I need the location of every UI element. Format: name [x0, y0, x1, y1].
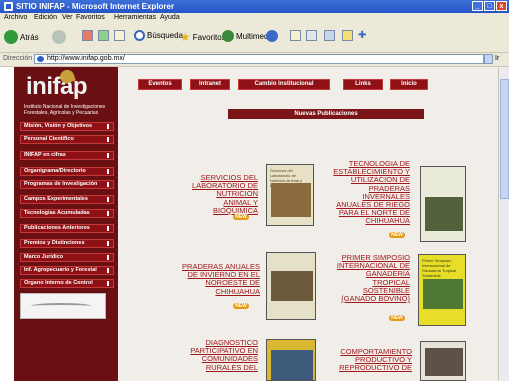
- address-bar: Dirección http://www.inifap.gob.mx/ Ir: [0, 53, 509, 67]
- book-cover-title: Primer Simposio Internacional de Ganader…: [422, 258, 457, 278]
- sidebar-item-marco[interactable]: Marco Jurídico: [20, 253, 114, 262]
- sidebar-item-informacion[interactable]: Inf. Agropecuario y Forestal: [20, 266, 114, 275]
- menu-edicion[interactable]: Edición: [34, 14, 57, 21]
- sidebar-item-mision[interactable]: Misión, Visión y Objetivos: [20, 122, 114, 131]
- nav-links[interactable]: Links: [343, 79, 383, 90]
- sidebar-item-personal[interactable]: Personal Científico: [20, 135, 114, 144]
- refresh-icon: [98, 30, 109, 41]
- go-button[interactable]: Ir: [495, 55, 499, 62]
- sidebar-item-programas[interactable]: Programas de Investigación: [20, 180, 114, 189]
- address-input[interactable]: http://www.inifap.gob.mx/: [34, 54, 484, 64]
- menu-archivo[interactable]: Archivo: [4, 14, 27, 21]
- sidebar-item-organo[interactable]: Órgano Interno de Control: [20, 279, 114, 288]
- search-label: Búsqueda: [147, 31, 184, 40]
- new-badge: NEW: [389, 315, 405, 321]
- browser-toolbar: Atrás Búsqueda ★ Favoritos Multimedia ✚: [0, 24, 509, 53]
- menu-ayuda[interactable]: Ayuda: [160, 14, 180, 21]
- mail-button[interactable]: [290, 30, 301, 41]
- favorites-button[interactable]: ★ Favoritos: [180, 30, 226, 44]
- home-button[interactable]: [114, 30, 125, 41]
- logo-subtitle: Instituto Nacional de Investigaciones Fo…: [24, 104, 106, 116]
- favorites-label: Favoritos: [192, 32, 226, 42]
- new-badge: NEW: [233, 214, 249, 220]
- back-label: Atrás: [20, 32, 39, 42]
- page-content: inifap Instituto Nacional de Investigaci…: [0, 67, 509, 381]
- top-nav: Eventos Intranet Cambio Institucional Li…: [138, 79, 428, 91]
- new-badge: NEW: [233, 303, 249, 309]
- sidebar-item-organigrama[interactable]: Organigrama/Directorio: [20, 167, 114, 176]
- nav-inicio[interactable]: Inicio: [390, 79, 428, 90]
- ie-icon: [4, 2, 13, 11]
- publication-link[interactable]: PRIMER SIMPOSIO INTERNACIONAL DE GANADER…: [330, 253, 410, 303]
- maximize-button[interactable]: □: [484, 1, 495, 11]
- nav-intranet[interactable]: Intranet: [190, 79, 230, 90]
- home-icon: [114, 30, 125, 41]
- edit-button[interactable]: [324, 30, 335, 41]
- sidebar-item-tecnologias[interactable]: Tecnologías Acumuladas: [20, 209, 114, 218]
- messenger-icon: ✚: [358, 30, 367, 41]
- forward-arrow-icon: [52, 30, 66, 44]
- vertical-scrollbar[interactable]: [498, 67, 509, 381]
- publication-link[interactable]: TECNOLOGIA DE ESTABLECIMIENTO Y UTILIZAC…: [330, 159, 410, 226]
- stop-icon: [82, 30, 93, 41]
- section-title: Nuevas Publicaciones: [228, 109, 424, 119]
- new-badge: NEW: [389, 232, 405, 238]
- folder-icon: [342, 30, 353, 41]
- discuss-button[interactable]: [342, 30, 353, 41]
- publication-link[interactable]: PRADERAS ANUALES DE INVIERNO EN EL NOROE…: [178, 262, 260, 296]
- sidebar-item-campos[interactable]: Campos Experimentales: [20, 195, 114, 204]
- media-icon: [222, 30, 234, 42]
- sidebar-item-publicaciones[interactable]: Publicaciones Anteriores: [20, 224, 114, 233]
- nav-cambio-institucional[interactable]: Cambio Institucional: [238, 79, 330, 90]
- book-cover[interactable]: Servicios del Laboratorio de Nutrición A…: [266, 164, 314, 226]
- book-cover[interactable]: [266, 252, 316, 320]
- back-arrow-icon: [4, 30, 18, 44]
- window-titlebar: SITIO INIFAP - Microsoft Internet Explor…: [0, 0, 509, 13]
- star-icon: ★: [180, 30, 191, 44]
- address-dropdown-button[interactable]: [484, 54, 493, 64]
- minimize-button[interactable]: _: [472, 1, 483, 11]
- back-button[interactable]: Atrás: [4, 30, 39, 44]
- search-icon: [134, 30, 145, 41]
- address-label: Dirección: [3, 55, 33, 62]
- sidebar-item-cifras[interactable]: INIFAP en cifras: [20, 151, 114, 160]
- book-cover[interactable]: [420, 341, 466, 381]
- history-button[interactable]: [266, 30, 278, 42]
- menu-ver[interactable]: Ver: [62, 14, 73, 21]
- inifap-logo[interactable]: inifap: [26, 73, 88, 101]
- print-button[interactable]: [306, 30, 317, 41]
- publication-link[interactable]: COMPORTAMIENTO PRODUCTIVO Y REPRODUCTIVO…: [332, 347, 412, 373]
- mail-icon: [290, 30, 301, 41]
- scrollbar-thumb[interactable]: [500, 79, 509, 199]
- refresh-button[interactable]: [98, 30, 109, 41]
- close-button[interactable]: x: [496, 1, 507, 11]
- publication-link[interactable]: SERVICIOS DEL LABORATORIO DE NUTRICION A…: [188, 173, 258, 215]
- menu-favoritos[interactable]: Favoritos: [76, 14, 105, 21]
- sidebar-item-premios[interactable]: Premios y Distinciones: [20, 239, 114, 248]
- history-icon: [266, 30, 278, 42]
- menu-herramientas[interactable]: Herramientas: [114, 14, 156, 21]
- book-cover[interactable]: [266, 339, 316, 381]
- government-logo[interactable]: [20, 293, 106, 319]
- search-button[interactable]: Búsqueda: [134, 30, 183, 41]
- menu-bar: Archivo Edición Ver Favoritos Herramient…: [0, 13, 509, 24]
- forward-button[interactable]: [52, 30, 66, 44]
- nav-eventos[interactable]: Eventos: [138, 79, 182, 90]
- edit-icon: [324, 30, 335, 41]
- stop-button[interactable]: [82, 30, 93, 41]
- book-cover[interactable]: [420, 166, 466, 242]
- publication-link[interactable]: DIAGNOSTICO PARTICIPATIVO EN COMUNIDADES…: [186, 338, 258, 372]
- book-cover[interactable]: Primer Simposio Internacional de Ganader…: [418, 254, 466, 326]
- left-sidebar: inifap Instituto Nacional de Investigaci…: [14, 67, 118, 381]
- messenger-button[interactable]: ✚: [358, 30, 366, 41]
- print-icon: [306, 30, 317, 41]
- window-title: SITIO INIFAP - Microsoft Internet Explor…: [16, 2, 175, 11]
